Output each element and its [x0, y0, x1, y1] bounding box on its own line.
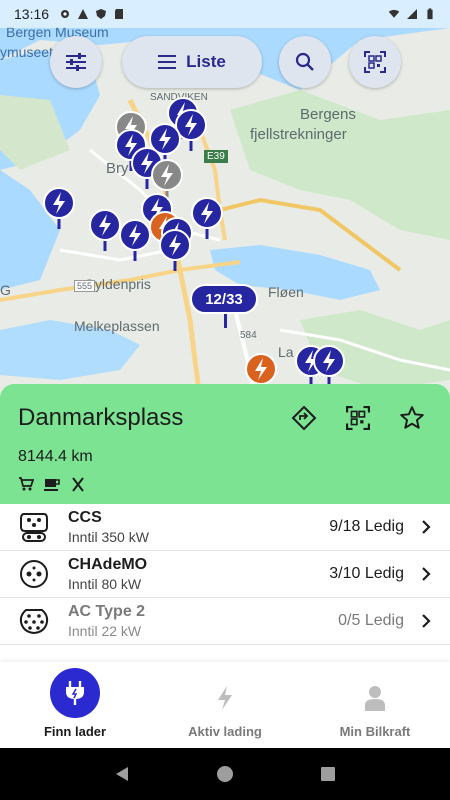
charger-marker[interactable] [312, 344, 346, 388]
sliders-icon [66, 53, 86, 71]
chevron-right-icon [422, 614, 431, 628]
connector-power: Inntil 350 kW [68, 529, 149, 545]
list-button-label: Liste [186, 52, 226, 71]
chevron-right-icon [422, 520, 431, 534]
connector-name: AC Type 2 [68, 603, 146, 620]
connector-power: Inntil 80 kW [68, 576, 142, 592]
map-label-g: G [0, 282, 11, 298]
directions-icon [291, 405, 317, 431]
charger-marker[interactable] [190, 196, 224, 240]
shield-status-icon [96, 9, 107, 19]
qr-scan-icon [364, 51, 386, 73]
map-label-la: La [278, 344, 294, 360]
connector-name: CHAdeMO [68, 556, 148, 573]
connector-availability: 0/5 Ledig [338, 612, 404, 629]
status-time: 13:16 [14, 6, 50, 22]
connector-row-type2[interactable]: AC Type 2 Inntil 22 kW 0/5 Ledig [0, 598, 450, 645]
nav-label: Finn lader [43, 724, 107, 739]
map-label-museum2: ymuseet [0, 44, 53, 60]
map-label-584: 584 [240, 330, 257, 341]
coffee-icon [44, 479, 60, 491]
station-distance: 8144.4 km [18, 448, 93, 465]
qr-scan-icon [346, 406, 370, 430]
warning-status-icon [78, 9, 89, 19]
battery-icon [427, 8, 433, 20]
person-icon [353, 676, 397, 720]
map-label-floen: Fløen [268, 284, 304, 300]
map-label-555: 555 [74, 280, 96, 292]
type2-connector-icon [19, 609, 49, 635]
ccs-connector-icon [20, 513, 48, 542]
system-navigation [0, 748, 450, 800]
map-label-melkeplassen: Melkeplassen [74, 318, 160, 334]
station-qr-button[interactable] [344, 404, 372, 432]
chademo-connector-icon [20, 560, 48, 588]
connector-row-chademo[interactable]: CHAdeMO Inntil 80 kW 3/10 Ledig [0, 551, 450, 598]
settings-status-icon [61, 10, 70, 18]
nav-finn-lader[interactable]: Finn lader [0, 662, 150, 748]
nav-label: Min Bilkraft [339, 724, 411, 739]
station-header: Danmarksplass 8144.4 km [0, 384, 450, 504]
charger-marker[interactable] [88, 208, 122, 252]
home-icon[interactable] [216, 765, 234, 783]
map-label-fjell: fjellstrekninger [250, 126, 347, 143]
connector-availability: 3/10 Ledig [329, 565, 404, 582]
nav-aktiv-lading[interactable]: Aktiv lading [150, 662, 300, 748]
cart-icon [19, 477, 34, 491]
status-bar: 13:16 [0, 0, 450, 28]
qr-scan-button[interactable] [349, 36, 401, 88]
search-icon [295, 52, 314, 71]
nav-min-bilkraft[interactable]: Min Bilkraft [300, 662, 450, 748]
menu-icon [158, 55, 177, 69]
directions-button[interactable] [290, 404, 318, 432]
search-button[interactable] [279, 36, 331, 88]
recents-icon[interactable] [319, 765, 337, 783]
bolt-icon [203, 676, 247, 720]
star-outline-icon [400, 406, 424, 429]
nav-label: Aktiv lading [188, 724, 262, 739]
bottom-navigation: Finn lader Aktiv lading Min Bilkraft [0, 662, 450, 748]
sdcard-status-icon [115, 9, 124, 19]
chevron-right-icon [422, 567, 431, 581]
station-sheet[interactable]: Danmarksplass 8144.4 km CCS Inntil 350 k… [0, 384, 450, 662]
connector-name: CCS [68, 509, 102, 526]
map-label-bergens: Bergens [300, 106, 356, 123]
amenities [18, 476, 432, 492]
wifi-icon [388, 9, 400, 18]
connector-power: Inntil 22 kW [68, 623, 142, 639]
charger-marker[interactable] [42, 186, 76, 230]
connector-row-ccs[interactable]: CCS Inntil 350 kW 9/18 Ledig [0, 504, 450, 551]
charger-marker[interactable] [158, 228, 192, 272]
filter-button[interactable] [50, 36, 102, 88]
back-icon[interactable] [113, 765, 131, 783]
restaurant-icon [72, 477, 84, 492]
signal-icon [407, 9, 417, 19]
connector-availability: 9/18 Ledig [329, 518, 404, 535]
station-actions [290, 404, 426, 432]
charger-marker[interactable] [118, 218, 152, 262]
plug-icon [50, 668, 100, 718]
cluster-marker[interactable]: 12/33 [190, 284, 258, 328]
favorite-button[interactable] [398, 404, 426, 432]
list-button[interactable]: Liste [122, 36, 262, 88]
